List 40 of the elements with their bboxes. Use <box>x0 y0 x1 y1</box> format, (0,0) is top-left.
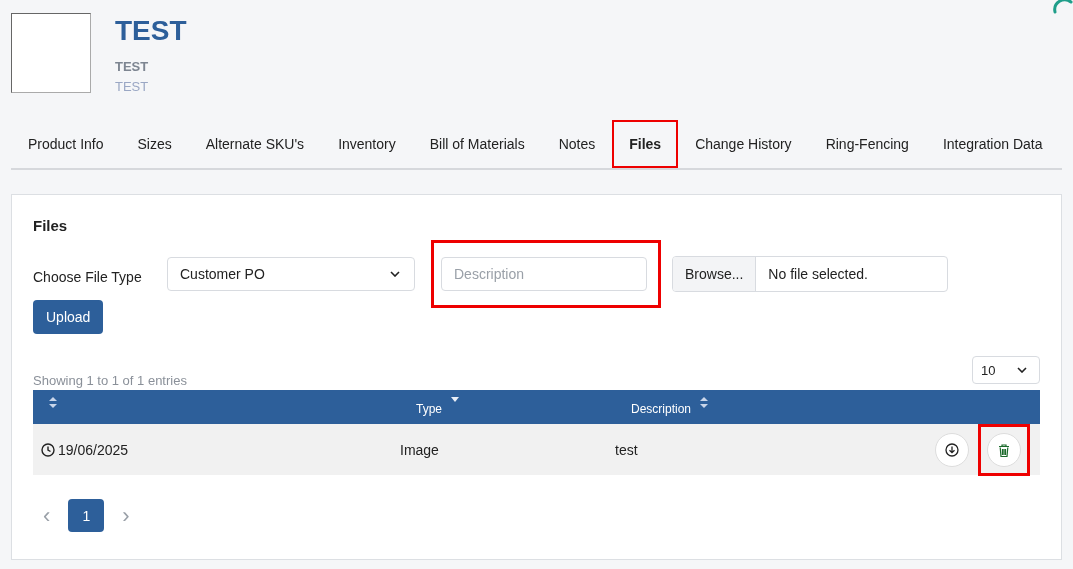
loading-spinner-icon <box>1053 0 1073 14</box>
tab[interactable]: Sizes <box>120 120 189 168</box>
file-picker[interactable]: Browse... No file selected. <box>672 256 948 292</box>
page-size-dropdown[interactable]: 10 <box>972 356 1040 384</box>
download-button[interactable] <box>935 433 969 467</box>
product-title: TEST <box>115 15 187 47</box>
table-cell: 19/06/2025 <box>58 442 129 458</box>
tab[interactable]: Integration Data <box>925 120 1060 168</box>
clock-icon <box>41 443 55 457</box>
description-field[interactable]: Description <box>441 257 647 291</box>
trash-icon <box>998 443 1010 457</box>
tab[interactable]: Files <box>612 120 679 168</box>
table-cell-text: Image <box>400 442 440 458</box>
file-type-dropdown[interactable]: Customer PO <box>167 257 415 291</box>
column-header[interactable]: Description <box>615 390 940 424</box>
tab[interactable]: Product Info <box>11 120 121 168</box>
delete-button[interactable] <box>987 433 1021 467</box>
chevron-down-icon <box>1017 367 1027 373</box>
column-header[interactable]: Type <box>400 390 615 424</box>
page-button[interactable]: 1 <box>68 499 105 532</box>
table-cell-text: test <box>615 442 639 458</box>
product-code: TEST <box>115 59 150 74</box>
tab[interactable]: Inventory <box>321 120 413 168</box>
tab[interactable]: Bill of Materials <box>412 120 542 168</box>
file-status: No file selected. <box>767 265 869 284</box>
tab[interactable]: Ring-Fencing <box>808 120 926 168</box>
tab[interactable]: Notes <box>541 120 613 168</box>
sort-descending-icon <box>451 397 459 402</box>
section-heading: Files <box>33 217 69 234</box>
sort-icon <box>700 397 709 408</box>
product-description: TEST <box>115 79 150 94</box>
tab[interactable]: Alternate SKU's <box>188 120 322 168</box>
field-label: Choose File Type <box>33 268 143 285</box>
browse-button[interactable]: Browse... <box>673 257 757 291</box>
download-icon <box>945 443 959 457</box>
upload-button[interactable]: Upload <box>33 300 104 334</box>
entries-info: Showing 1 to 1 of 1 entries <box>33 373 187 390</box>
chevron-down-icon <box>390 271 400 277</box>
sort-icon <box>49 397 57 408</box>
tab[interactable]: Change History <box>678 120 809 168</box>
